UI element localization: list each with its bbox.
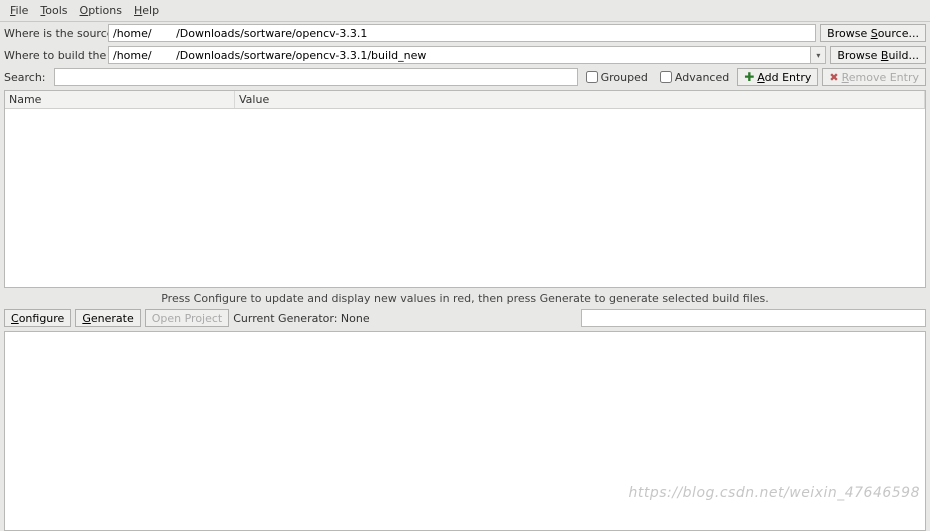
grid-header: Name Value bbox=[5, 91, 925, 109]
browse-source-button[interactable]: Browse Source... bbox=[820, 24, 926, 42]
build-path-input[interactable] bbox=[108, 46, 810, 64]
source-label: Where is the source code: bbox=[4, 27, 104, 40]
browse-build-button[interactable]: Browse Build... bbox=[830, 46, 926, 64]
generate-button[interactable]: Generate bbox=[75, 309, 140, 327]
open-project-button: Open Project bbox=[145, 309, 230, 327]
search-input[interactable] bbox=[54, 68, 578, 86]
menu-bar: File Tools Options Help bbox=[0, 0, 930, 22]
grouped-checkbox[interactable]: Grouped bbox=[582, 71, 652, 84]
grouped-label: Grouped bbox=[601, 71, 648, 84]
build-label: Where to build the binaries: bbox=[4, 49, 104, 62]
remove-entry-button: ✖ Remove Entry bbox=[822, 68, 926, 86]
advanced-checkbox[interactable]: Advanced bbox=[656, 71, 733, 84]
column-value[interactable]: Value bbox=[235, 91, 925, 108]
search-label: Search: bbox=[4, 71, 50, 84]
current-generator-label: Current Generator: None bbox=[233, 312, 369, 325]
source-row: Where is the source code: Browse Source.… bbox=[0, 22, 930, 44]
action-row: Configure Generate Open Project Current … bbox=[0, 307, 930, 329]
hint-text: Press Configure to update and display ne… bbox=[0, 290, 930, 307]
add-entry-button[interactable]: ✚ Add Entry bbox=[737, 68, 818, 86]
menu-tools[interactable]: Tools bbox=[34, 2, 73, 19]
menu-help[interactable]: Help bbox=[128, 2, 165, 19]
build-row: Where to build the binaries: ▾ Browse Bu… bbox=[0, 44, 930, 66]
configure-button[interactable]: Configure bbox=[4, 309, 71, 327]
menu-file[interactable]: File bbox=[4, 2, 34, 19]
search-row: Search: Grouped Advanced ✚ Add Entry ✖ R… bbox=[0, 66, 930, 88]
cross-icon: ✖ bbox=[829, 72, 838, 83]
progress-bar bbox=[581, 309, 926, 327]
advanced-label: Advanced bbox=[675, 71, 729, 84]
grouped-checkbox-box[interactable] bbox=[586, 71, 598, 83]
column-name[interactable]: Name bbox=[5, 91, 235, 108]
cache-grid: Name Value bbox=[4, 90, 926, 288]
output-panel[interactable] bbox=[4, 331, 926, 531]
grid-body[interactable] bbox=[5, 109, 925, 287]
chevron-down-icon[interactable]: ▾ bbox=[810, 46, 826, 64]
plus-icon: ✚ bbox=[744, 71, 754, 83]
menu-options[interactable]: Options bbox=[74, 2, 128, 19]
source-path-input[interactable] bbox=[108, 24, 816, 42]
build-path-combo: ▾ bbox=[108, 46, 826, 64]
advanced-checkbox-box[interactable] bbox=[660, 71, 672, 83]
